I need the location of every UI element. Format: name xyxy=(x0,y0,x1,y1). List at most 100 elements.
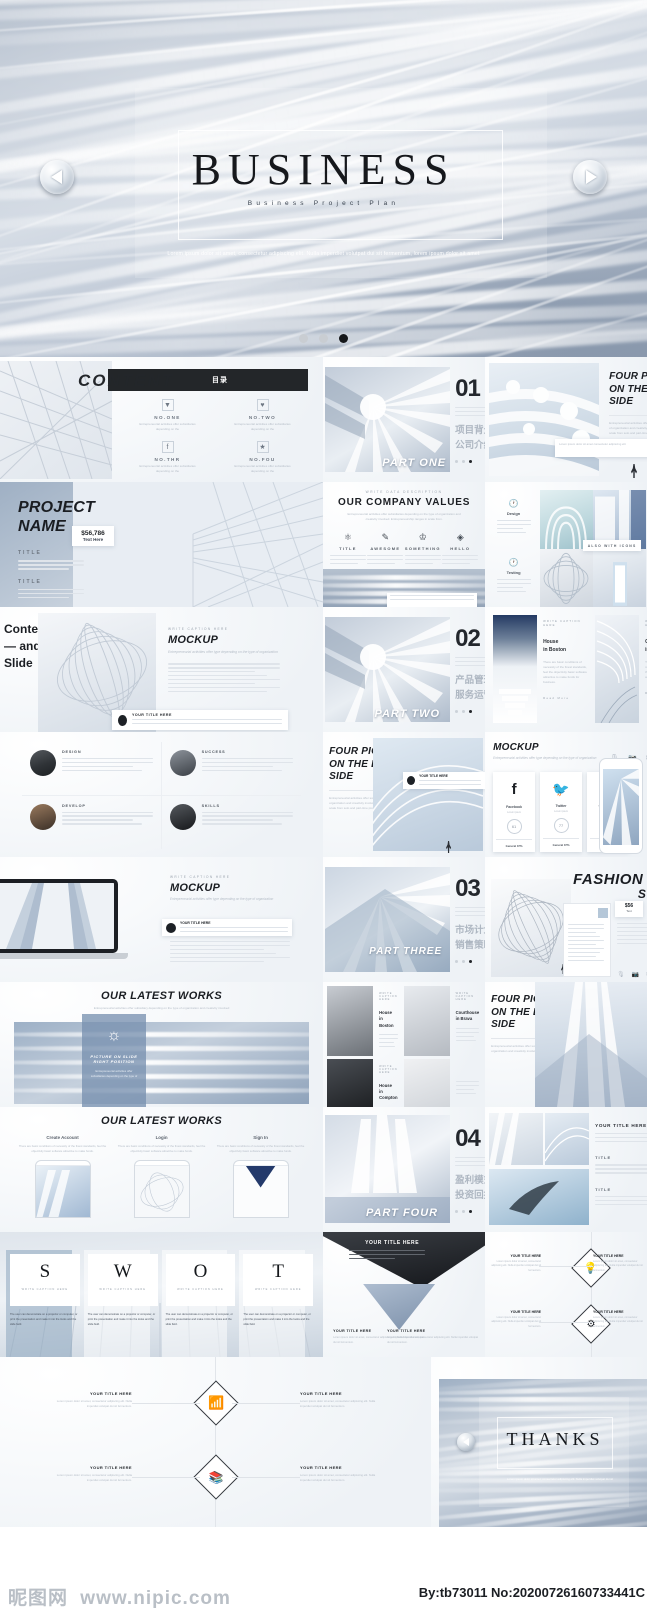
social-label: Twitter xyxy=(555,804,567,808)
slide-latest-works-2[interactable]: OUR LATEST WORKS Create Account There ar… xyxy=(0,1107,324,1232)
part-four-dots xyxy=(455,1209,485,1213)
lw2-item[interactable]: Login There are basic conditions of nece… xyxy=(117,1135,206,1218)
content-item-label: NO.FOU xyxy=(249,457,276,463)
slide-feature-grid[interactable]: 🕐 Design 🕐 Service xyxy=(485,482,647,607)
bullet-icon xyxy=(166,922,176,933)
picture-tile xyxy=(544,1113,590,1165)
slide-four-pictures-1[interactable]: Lorem ipsum dolor sit amet consectetur a… xyxy=(485,357,647,482)
slide-content-table[interactable]: CONTENT 目录 ▼ NO.ONE Entrepreneurial acti… xyxy=(0,357,324,482)
diamond-item[interactable]: YOUR TITLE HERE Lorem ipsum dolor sit am… xyxy=(46,1391,132,1409)
slide-sub: Entrepreneurial activities offer type de… xyxy=(493,756,597,760)
swot-card[interactable]: T WRITE CAPTION HERE The user can demons… xyxy=(239,1250,314,1357)
slide-company-values[interactable]: WRITE DATA DESCRIPTION OUR COMPANY VALUE… xyxy=(323,482,486,607)
social-card[interactable]: f Facebook Lorem ipsum 61 General 37% xyxy=(493,772,536,852)
team-member[interactable]: SKILLS xyxy=(162,796,302,850)
diamond-item[interactable]: YOUR TITLE HERE Lorem ipsum dolor sit am… xyxy=(593,1254,645,1273)
slide-content-image[interactable]: Content — and Image Slide WRITE CAPTION … xyxy=(0,607,324,732)
content-item[interactable]: f NO.THR Entrepreneurial activities offe… xyxy=(120,441,215,474)
slide-funnel[interactable]: YOUR TITLE HERE YOUR TITLE HERE Lorem ip… xyxy=(323,1232,486,1357)
content-item[interactable]: ♥ NO.TWO Entrepreneurial activities offe… xyxy=(215,399,310,432)
lw1-card[interactable]: ☼ PICTURE ON SLIDE RIGHT POSITION Entrep… xyxy=(82,1014,146,1107)
diamond-item[interactable]: YOUR TITLE HERE Lorem ipsum dolor sit am… xyxy=(593,1310,645,1329)
value-item[interactable]: ◈ HELLO xyxy=(442,532,479,567)
content-item[interactable]: ★ NO.FOU Entrepreneurial activities offe… xyxy=(215,441,310,474)
thumb-row: CONTENT 目录 ▼ NO.ONE Entrepreneurial acti… xyxy=(0,357,647,482)
person-photo xyxy=(327,986,374,1056)
slide-people-grid[interactable]: WRITE CAPTION HERE House in Boston WRITE… xyxy=(323,982,486,1107)
person-text[interactable]: WRITE CAPTION HERE House in Compton xyxy=(376,1059,401,1107)
team-member[interactable]: DEVELOP xyxy=(22,795,162,849)
swot-card[interactable]: W WRITE CAPTION HERE The user can demons… xyxy=(83,1250,158,1357)
slide-part-three[interactable]: PART THREE 03 市场计划与 销售策略 xyxy=(323,857,486,982)
slide-swot[interactable]: S WRITE CAPTION HERE The user can demons… xyxy=(0,1232,324,1357)
slide-latest-works-1[interactable]: OUR LATEST WORKS Entrepreneurial activit… xyxy=(0,982,324,1107)
slide-fashion[interactable]: FASHION STYLE $56 Text 🎙📷✉ xyxy=(485,857,647,982)
connector xyxy=(232,1477,300,1478)
fashion-title-1: FASHION xyxy=(573,871,644,888)
slide-team[interactable]: DESIGN SUCCESS DEVELOP SKILLS xyxy=(0,732,324,857)
next-slide-button[interactable] xyxy=(573,160,607,194)
diamond-item[interactable]: YOUR TITLE HERE Lorem ipsum dolor sit am… xyxy=(489,1310,541,1329)
person-text[interactable]: WRITE CAPTION HERE Courthouse in Brava xyxy=(453,986,483,1056)
lw2-item[interactable]: Sign In There are basic conditions of ne… xyxy=(216,1135,305,1218)
social-card[interactable]: 🐦 Twitter Lorem ipsum 77 General 37% xyxy=(540,772,583,852)
sub-title: TITLE xyxy=(18,550,42,557)
value-item[interactable]: ♔ SOMETHING xyxy=(404,532,441,567)
badge-body: YOUR TITLE HERE xyxy=(419,774,482,788)
diamond-item-desc: Lorem ipsum dolor sit amet, consectetur … xyxy=(300,1399,376,1408)
diamond-item-title: YOUR TITLE HERE xyxy=(593,1254,624,1258)
slide-thanks[interactable]: THANKS Lorem ipsum dolor sit amet, conse… xyxy=(431,1357,647,1527)
list-lines xyxy=(568,924,605,962)
carousel-dot[interactable] xyxy=(299,334,308,343)
laptop-text: WRITE CAPTION HERE MOCKUP Entrepreneuria… xyxy=(170,875,290,903)
swot-letter-box: T WRITE CAPTION HERE xyxy=(243,1254,314,1306)
value-item[interactable]: ⚛ TITLE xyxy=(329,532,366,567)
slide-diamond-chart-1[interactable]: 💡 YOUR TITLE HERE Lorem ipsum dolor sit … xyxy=(485,1232,647,1357)
diamond-item[interactable]: YOUR TITLE HERE Lorem ipsum dolor sit am… xyxy=(46,1465,132,1483)
swot-card[interactable]: S WRITE CAPTION HERE The user can demons… xyxy=(6,1250,80,1357)
part-three-text: 03 市场计划与 销售策略 xyxy=(455,877,486,963)
phone-art xyxy=(36,1169,70,1217)
phone-mockup xyxy=(34,1159,91,1218)
value-item[interactable]: ✎ AWESOME xyxy=(367,532,404,567)
slide-laptop-mockup[interactable]: WRITE CAPTION HERE MOCKUP Entrepreneuria… xyxy=(0,857,324,982)
lw2-item[interactable]: Create Account There are basic condition… xyxy=(18,1135,107,1218)
team-member[interactable]: DESIGN xyxy=(22,742,162,796)
part-one-art-label: PART ONE xyxy=(382,457,447,469)
slide-four-pictures-2[interactable]: FOUR PICTURES ON THE LEFT SIDE Entrepren… xyxy=(323,732,486,857)
feature-item[interactable]: 🕐 Testing xyxy=(487,549,540,607)
person-text[interactable]: WRITE CAPTION HERE House in Boston xyxy=(376,986,401,1056)
slide-part-two[interactable]: PART TWO 02 产品管理与 服务运营 xyxy=(323,607,486,732)
house-link[interactable]: Read More xyxy=(543,696,591,700)
triangle-left-icon xyxy=(462,1438,469,1446)
fashion-body-lines xyxy=(617,923,647,947)
sub-lines xyxy=(18,588,84,599)
slide-part-four[interactable]: PART FOUR 04 盈利模式与 投资回报 xyxy=(323,1107,486,1232)
thumb-row: DESIGN SUCCESS DEVELOP SKILLS FOUR ON TH… xyxy=(0,732,647,857)
funnel-item[interactable]: YOUR TITLE HERE Lorem ipsum dolor sit am… xyxy=(387,1329,479,1345)
prev-slide-button[interactable] xyxy=(457,1433,475,1451)
slide-social-mockup[interactable]: MOCKUP Entrepreneurial activities offer … xyxy=(485,732,647,857)
team-member[interactable]: SUCCESS xyxy=(161,742,302,796)
lw1-card-title: PICTURE ON SLIDE RIGHT POSITION xyxy=(90,1054,138,1064)
diamond-item[interactable]: YOUR TITLE HERE Lorem ipsum dolor sit am… xyxy=(300,1391,386,1409)
slide-houses[interactable]: WRITE CAPTION HERE House in Boston There… xyxy=(485,607,647,732)
slide-four-pictures-3[interactable]: FOUR PICTURES ON THE LEFT SIDE Entrepren… xyxy=(485,982,647,1107)
part-four-cn-title: 盈利模式与 投资回报 xyxy=(455,1175,485,1201)
phone-art xyxy=(140,1172,184,1211)
slide-project-name[interactable]: PROJECT NAME TITLE TITLE ↓ ◎ ↑ $56,786 T… xyxy=(0,482,324,607)
slide-image-text[interactable]: YOUR TITLE HERE TITLE TITLE xyxy=(485,1107,647,1232)
slide-diamond-chart-2[interactable]: 📶 YOUR TITLE HERE Lorem ipsum dolor sit … xyxy=(0,1357,431,1527)
carousel-dots[interactable] xyxy=(0,334,647,343)
diamond-item[interactable]: YOUR TITLE HERE Lorem ipsum dolor sit am… xyxy=(489,1254,541,1273)
lw1-art xyxy=(14,1022,310,1104)
diamond-item[interactable]: YOUR TITLE HERE Lorem ipsum dolor sit am… xyxy=(300,1465,386,1483)
content-item[interactable]: ▼ NO.ONE Entrepreneurial activities offe… xyxy=(120,399,215,432)
prev-slide-button[interactable] xyxy=(40,160,74,194)
swot-letter: O xyxy=(193,1261,208,1282)
swot-card[interactable]: O WRITE CAPTION HERE The user can demons… xyxy=(161,1250,236,1357)
slide-part-one[interactable]: PART ONE 01 项目背景及 公司介绍 xyxy=(323,357,486,482)
carousel-dot-active[interactable] xyxy=(339,334,348,343)
carousel-dot[interactable] xyxy=(319,334,328,343)
feature-item[interactable]: 🕐 Design xyxy=(487,490,540,549)
